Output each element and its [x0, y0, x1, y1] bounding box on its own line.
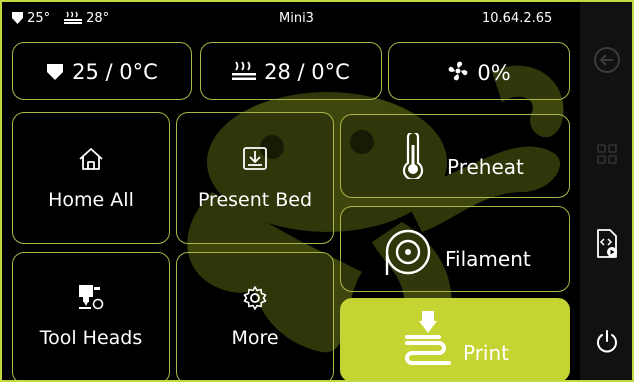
back-arrow-icon[interactable] — [593, 46, 621, 74]
nozzle-icon — [47, 64, 64, 80]
heated-bed-icon — [64, 11, 82, 24]
status-bed-temp: 28° — [86, 11, 110, 26]
present-bed-label: Present Bed — [197, 189, 313, 211]
grid-menu-icon[interactable] — [593, 140, 621, 168]
present-bed-icon — [243, 147, 267, 170]
more-label: More — [231, 327, 279, 349]
status-bar: 25° 28° Mini3 10.64.2.65 — [2, 2, 582, 36]
filament-button[interactable]: Filament — [340, 206, 570, 292]
touchscreen-frame: 25° 28° Mini3 10.64.2.65 25 / 0°C 28 / 0… — [0, 0, 634, 382]
fan-speed-value: 0% — [477, 61, 511, 85]
filament-spool-icon — [385, 229, 431, 275]
filament-label: Filament — [445, 247, 531, 271]
status-bed: 28° — [64, 11, 109, 27]
home-all-label: Home All — [48, 189, 134, 211]
nozzle-icon — [12, 12, 23, 24]
tool-heads-icon — [79, 285, 104, 310]
more-button[interactable]: More — [176, 252, 334, 380]
fan-speed-button[interactable]: 0% — [388, 42, 570, 100]
heated-bed-icon — [232, 61, 257, 80]
tool-heads-label: Tool Heads — [39, 327, 143, 349]
preheat-label: Preheat — [447, 155, 524, 179]
status-hotend-temp: 25° — [27, 11, 51, 26]
hotend-temp-value: 25 / 0°C — [72, 60, 158, 84]
present-bed-button[interactable]: Present Bed — [176, 112, 334, 244]
print-button[interactable]: Print — [340, 298, 570, 380]
preheat-button[interactable]: Preheat — [340, 114, 570, 198]
fan-icon — [448, 61, 468, 81]
sidebar — [580, 2, 632, 380]
power-icon[interactable] — [593, 328, 621, 356]
printer-name: Mini3 — [279, 11, 314, 26]
hotend-temp-button[interactable]: 25 / 0°C — [12, 42, 192, 100]
tool-heads-button[interactable]: Tool Heads — [12, 252, 170, 380]
print-nozzle-icon — [405, 311, 451, 365]
home-all-button[interactable]: Home All — [12, 112, 170, 244]
gear-icon — [243, 286, 267, 310]
bed-temp-button[interactable]: 28 / 0°C — [200, 42, 382, 100]
status-hotend: 25° — [12, 11, 50, 27]
print-label: Print — [463, 341, 510, 365]
thermometer-icon — [402, 133, 424, 179]
bed-temp-value: 28 / 0°C — [264, 60, 350, 84]
file-play-icon[interactable] — [593, 228, 621, 260]
ip-address: 10.64.2.65 — [482, 11, 553, 26]
home-icon — [79, 148, 103, 170]
